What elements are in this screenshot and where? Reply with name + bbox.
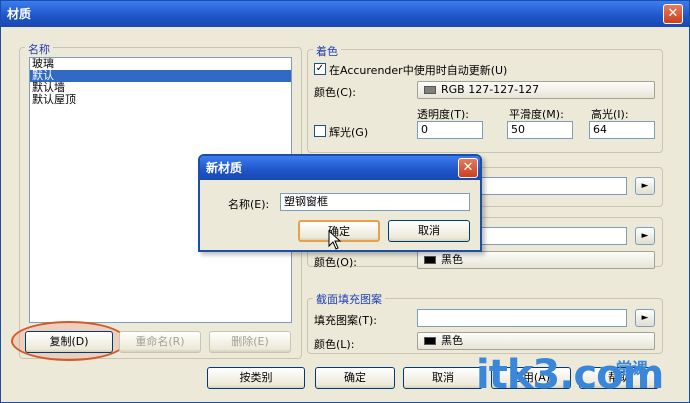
window-title: 材质 [7, 7, 32, 21]
section-color-button[interactable]: 黑色 [417, 332, 655, 350]
section-pattern-label: 填充图案(T): [314, 314, 378, 327]
color-swatch [424, 337, 436, 345]
smoothness-input[interactable]: 50 [507, 121, 573, 139]
dialog-name-input[interactable]: 塑钢窗框 [280, 193, 470, 211]
highlight-label: 高光(I): [591, 108, 629, 121]
section-fill-legend: 截面填充图案 [313, 291, 385, 307]
ok-button[interactable]: 确定 [315, 367, 395, 389]
copy-button[interactable]: 复制(D) [25, 331, 113, 353]
color-swatch [424, 256, 436, 264]
surface-pattern-browse-button[interactable]: ► [635, 177, 655, 195]
dialog-close-button[interactable]: ✕ [458, 158, 478, 178]
glow-checkbox[interactable] [314, 125, 326, 137]
smoothness-label: 平滑度(M): [509, 108, 564, 121]
auto-update-label: 在Accurender中使用时自动更新(U) [329, 64, 508, 77]
highlight-input[interactable]: 64 [589, 121, 655, 139]
dialog-cancel-button[interactable]: 取消 [388, 220, 470, 242]
by-category-button[interactable]: 按类别 [207, 367, 305, 389]
transparency-input[interactable]: 0 [417, 121, 483, 139]
list-item[interactable]: 默认屋顶 [30, 94, 291, 106]
mouse-cursor-icon [328, 230, 342, 250]
dialog-titlebar: 新材质 [200, 156, 480, 180]
new-material-dialog: 新材质 ✕ 名称(E): 塑钢窗框 确定 取消 [198, 154, 482, 252]
delete-button[interactable]: 删除(E) [209, 331, 291, 353]
shading-color-value: RGB 127-127-127 [441, 83, 540, 96]
surface-color-button[interactable]: 黑色 [417, 251, 655, 269]
auto-update-checkbox[interactable]: ✓ [314, 63, 326, 75]
window-titlebar: 材质 [1, 1, 689, 27]
rename-button[interactable]: 重命名(R) [119, 331, 201, 353]
color-swatch [424, 86, 436, 94]
watermark-subtext: 一堂课 [600, 359, 649, 378]
section-pattern-browse-button[interactable]: ► [635, 309, 655, 327]
section-color-value: 黑色 [441, 334, 463, 347]
window-close-button[interactable]: ✕ [663, 4, 683, 24]
surface-color-label: 颜色(O): [314, 256, 357, 269]
dialog-title: 新材质 [206, 161, 243, 175]
cancel-button[interactable]: 取消 [403, 367, 483, 389]
glow-label: 辉光(G) [329, 126, 369, 139]
list-item-selected[interactable]: 默认 [30, 70, 291, 82]
section-color-label: 颜色(L): [314, 338, 355, 351]
names-legend: 名称 [25, 41, 53, 57]
surface-pattern2-browse-button[interactable]: ► [635, 227, 655, 245]
dialog-name-label: 名称(E): [228, 198, 270, 211]
list-item[interactable]: 玻璃 [30, 58, 291, 70]
shading-color-button[interactable]: RGB 127-127-127 [417, 81, 655, 99]
surface-color-value: 黑色 [441, 253, 463, 266]
shading-color-label: 颜色(C): [314, 86, 356, 99]
shading-legend: 着色 [313, 43, 341, 59]
section-pattern-input[interactable] [417, 309, 627, 327]
transparency-label: 透明度(T): [417, 108, 470, 121]
